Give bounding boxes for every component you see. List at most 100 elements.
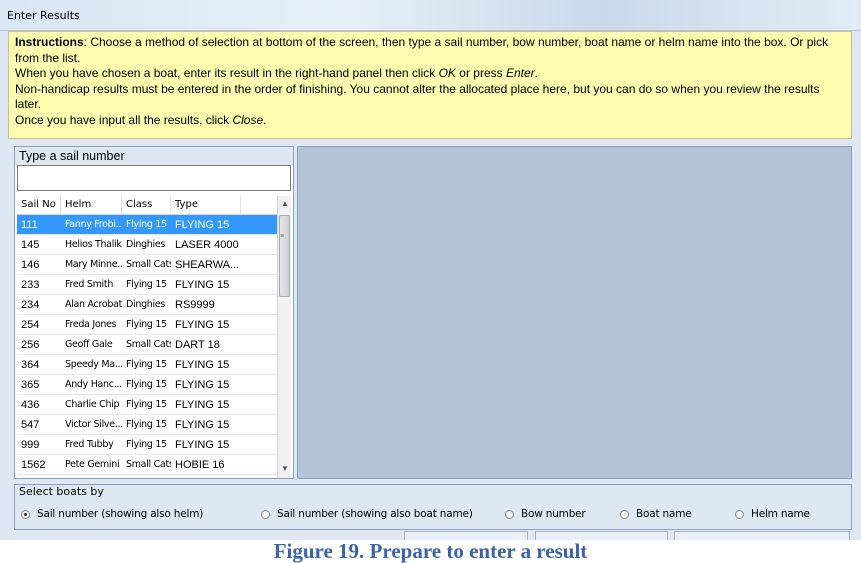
cell-class: Flying 15 <box>126 219 167 230</box>
table-row[interactable]: 234 Alan Acrobat Dinghies RS9999 <box>17 295 291 315</box>
instructions-text-4b: . <box>263 112 267 127</box>
boat-selection-panel: Type a sail number Sail No Helm Class Ty… <box>14 146 294 479</box>
cell-helm: Pete Gemini <box>65 459 120 470</box>
cell-class: Small Cats <box>126 259 171 270</box>
cell-type: RS9999 <box>175 298 215 311</box>
cell-type: FLYING 15 <box>175 218 230 231</box>
scroll-grip-icon: ≡ <box>280 233 285 240</box>
cell-type: FLYING 15 <box>175 398 230 411</box>
table-row[interactable]: 364 Speedy Ma... Flying 15 FLYING 15 <box>17 355 291 375</box>
radio-label: Sail number (showing also helm) <box>37 508 204 520</box>
radio-helm-name[interactable]: Helm name <box>735 508 810 520</box>
cell-class: Small Cats <box>126 459 171 470</box>
cell-helm: Charlie Chip <box>65 399 120 410</box>
cell-sail-no: 146 <box>21 258 40 271</box>
instructions-text-4a: Once you have input all the results, cli… <box>15 112 233 127</box>
cell-helm: Helios Thalik <box>65 239 122 250</box>
select-boats-by-group: Select boats by Sail number (showing als… <box>14 484 852 530</box>
sail-number-input[interactable] <box>17 165 291 191</box>
radio-sail-number-boat-name[interactable]: Sail number (showing also boat name) <box>261 508 473 520</box>
table-row[interactable]: 999 Fred Tubby Flying 15 FLYING 15 <box>17 435 291 455</box>
cell-type: LASER 4000 <box>175 238 239 251</box>
instructions-ok-word: OK <box>438 66 456 80</box>
table-row[interactable]: 365 Andy Hanc... Flying 15 FLYING 15 <box>17 375 291 395</box>
instructions-text-2c: . <box>534 66 538 80</box>
window-title: Enter Results <box>7 9 80 22</box>
table-row[interactable]: 256 Geoff Gale Small Cats DART 18 <box>17 335 291 355</box>
cell-sail-no: 256 <box>21 338 40 351</box>
cell-type: DART 18 <box>175 338 220 351</box>
scroll-down-icon[interactable]: ▼ <box>281 464 289 473</box>
radio-label: Sail number (showing also boat name) <box>277 508 473 520</box>
table-row[interactable]: 145 Helios Thalik Dinghies LASER 4000 <box>17 235 291 255</box>
radio-sail-number-helm[interactable]: Sail number (showing also helm) <box>21 508 203 520</box>
enter-results-window: Enter Results Instructions: Choose a met… <box>0 0 861 540</box>
cell-helm: Victor Silve... <box>65 419 122 430</box>
instructions-text-2b: or press <box>455 66 506 80</box>
instructions-line-2: When you have chosen a boat, enter its r… <box>15 66 846 82</box>
cell-type: SHEARWA... <box>175 258 240 271</box>
instructions-close-word: Close <box>232 112 264 127</box>
cell-class: Dinghies <box>126 299 166 310</box>
cell-sail-no: 254 <box>21 318 40 331</box>
table-row[interactable]: 1562 Pete Gemini Small Cats HOBIE 16 <box>17 455 291 475</box>
instructions-text-1: : Choose a method of selection at bottom… <box>15 35 829 65</box>
cell-type: FLYING 15 <box>175 378 230 391</box>
table-row[interactable]: 146 Mary Minne... Small Cats SHEARWA... <box>17 255 291 275</box>
cell-helm: Freda Jones <box>65 319 117 330</box>
cell-class: Flying 15 <box>126 419 167 430</box>
instructions-label: Instructions <box>15 35 84 49</box>
cell-sail-no: 1562 <box>21 458 46 471</box>
table-row[interactable]: 111 Fanny Frobi... Flying 15 FLYING 15 <box>17 215 291 235</box>
list-rows: 111 Fanny Frobi... Flying 15 FLYING 15 145 He… <box>17 215 291 475</box>
column-header-sail-no[interactable]: Sail No <box>17 196 61 214</box>
cell-sail-no: 111 <box>21 218 38 231</box>
radio-dot-icon <box>261 509 270 519</box>
cell-sail-no: 365 <box>21 378 40 391</box>
title-bar: Enter Results <box>0 0 861 31</box>
select-boats-by-legend: Select boats by <box>19 485 104 498</box>
column-header-class[interactable]: Class <box>122 196 171 214</box>
cell-helm: Geoff Gale <box>65 339 113 350</box>
radio-bow-number[interactable]: Bow number <box>505 508 586 520</box>
instructions-line-4: Once you have input all the results, cli… <box>15 113 846 129</box>
column-header-helm[interactable]: Helm <box>61 196 122 214</box>
radio-label: Helm name <box>751 508 810 520</box>
cell-type: HOBIE 16 <box>175 458 225 471</box>
cell-helm: Speedy Ma... <box>65 359 122 370</box>
cell-helm: Alan Acrobat <box>65 299 122 310</box>
cell-sail-no: 436 <box>21 398 40 411</box>
instructions-enter-word: Enter <box>505 66 535 80</box>
list-scrollbar[interactable]: ▲ ≡ ▼ <box>277 196 291 478</box>
cell-sail-no: 234 <box>21 298 40 311</box>
radio-label: Bow number <box>521 508 586 520</box>
radio-boat-name[interactable]: Boat name <box>620 508 692 520</box>
table-row[interactable]: 233 Fred Smith Flying 15 FLYING 15 <box>17 275 291 295</box>
cell-class: Flying 15 <box>126 279 167 290</box>
result-entry-panel <box>297 146 852 479</box>
cell-class: Flying 15 <box>126 319 167 330</box>
table-row[interactable]: 547 Victor Silve... Flying 15 FLYING 15 <box>17 415 291 435</box>
column-header-type[interactable]: Type <box>171 196 241 214</box>
cell-class: Flying 15 <box>126 359 167 370</box>
cell-helm: Andy Hanc... <box>65 379 122 390</box>
table-row[interactable]: 254 Freda Jones Flying 15 FLYING 15 <box>17 315 291 335</box>
radio-dot-icon <box>620 509 629 519</box>
cell-sail-no: 547 <box>21 418 40 431</box>
cell-sail-no: 364 <box>21 358 40 371</box>
cell-helm: Fred Tubby <box>65 439 114 450</box>
cell-sail-no: 999 <box>21 438 40 451</box>
scroll-up-icon[interactable]: ▲ <box>281 199 289 208</box>
table-row[interactable]: 436 Charlie Chip Flying 15 FLYING 15 <box>17 395 291 415</box>
radio-dot-icon <box>505 509 514 519</box>
cell-type: FLYING 15 <box>175 438 230 451</box>
cell-class: Flying 15 <box>126 399 167 410</box>
radio-label: Boat name <box>636 508 692 520</box>
cell-helm: Mary Minne... <box>65 259 122 270</box>
cell-type: FLYING 15 <box>175 318 230 331</box>
figure-caption: Figure 19. Prepare to enter a result <box>273 539 588 563</box>
radio-dot-icon <box>735 509 744 519</box>
boat-list[interactable]: Sail No Helm Class Type 111 Fanny Frobi..… <box>17 196 291 478</box>
scroll-thumb[interactable] <box>279 215 290 297</box>
cell-class: Flying 15 <box>126 439 167 450</box>
